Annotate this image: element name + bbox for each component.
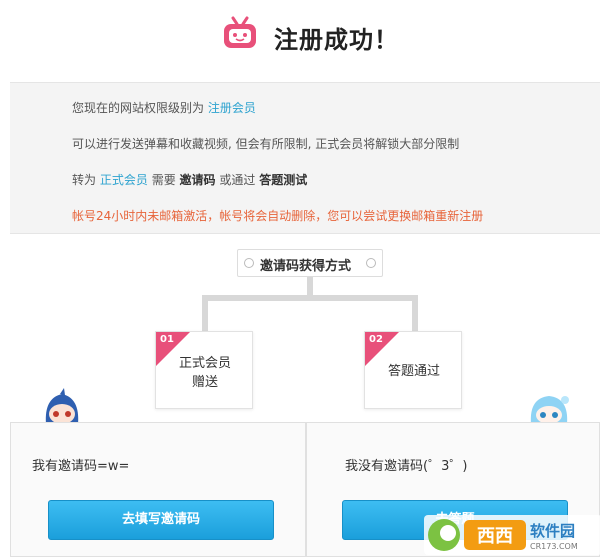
upgrade-line: 转为 正式会员 需要 邀请码 或通过 答题测试	[72, 171, 307, 188]
upgrade-text-c: 或通过	[219, 173, 256, 187]
no-invite-code-text: 我没有邀请码(゜3゜)	[345, 459, 468, 474]
card-title: 答题通过	[387, 364, 440, 379]
circle-icon	[244, 258, 254, 268]
formal-member-link[interactable]: 正式会员	[100, 173, 148, 187]
connector-line	[412, 295, 418, 331]
has-invite-code-text: 我有邀请码=w=	[32, 459, 130, 474]
card-number: 02	[369, 334, 383, 345]
method-card-formal-member: 01 正式会员 赠送	[155, 331, 253, 409]
page-title: 注册成功！	[274, 26, 399, 54]
method-card-quiz: 02 答题通过	[364, 331, 462, 409]
upgrade-text-b: 需要	[151, 173, 176, 187]
mascot-left-icon	[45, 388, 79, 424]
enter-invite-code-button[interactable]: 去填写邀请码	[48, 500, 274, 540]
upgrade-text-a: 转为	[72, 173, 97, 187]
tv-logo-icon	[224, 16, 256, 48]
permission-line: 您现在的网站权限级别为 注册会员	[72, 99, 256, 116]
svg-text:软件园: 软件园	[530, 522, 575, 540]
invite-code-text: 邀请码	[179, 173, 216, 187]
card-number: 01	[160, 334, 174, 345]
card-subtitle: 赠送	[191, 375, 218, 390]
permission-prefix: 您现在的网站权限级别为	[72, 101, 205, 115]
permission-level: 注册会员	[207, 101, 256, 115]
quiz-test-text: 答题测试	[259, 173, 308, 187]
connector-line	[202, 295, 418, 301]
connector-line	[202, 295, 208, 331]
restriction-line: 可以进行发送弹幕和收藏视频, 但会有所限制, 正式会员将解锁大部分限制	[72, 137, 460, 151]
methods-header: 邀请码获得方式	[237, 249, 383, 277]
svg-text:CR173.COM: CR173.COM	[530, 542, 578, 551]
methods-label: 邀请码获得方式	[260, 259, 352, 274]
header: 注册成功！	[0, 0, 605, 82]
card-title: 正式会员	[178, 356, 231, 371]
warning-line: 帐号24小时内未邮箱激活，帐号将会自动删除，您可以尝试更换邮箱重新注册	[72, 209, 484, 223]
circle-icon	[366, 258, 376, 268]
connector-line	[307, 277, 313, 297]
has-invite-code-panel: 我有邀请码=w= 去填写邀请码	[10, 422, 306, 557]
info-box: 您现在的网站权限级别为 注册会员 可以进行发送弹幕和收藏视频, 但会有所限制, …	[10, 82, 600, 234]
svg-text:西西: 西西	[477, 526, 513, 547]
site-watermark-logo: 西西 软件园 CR173.COM	[424, 515, 602, 555]
mascot-right-icon	[530, 396, 569, 424]
